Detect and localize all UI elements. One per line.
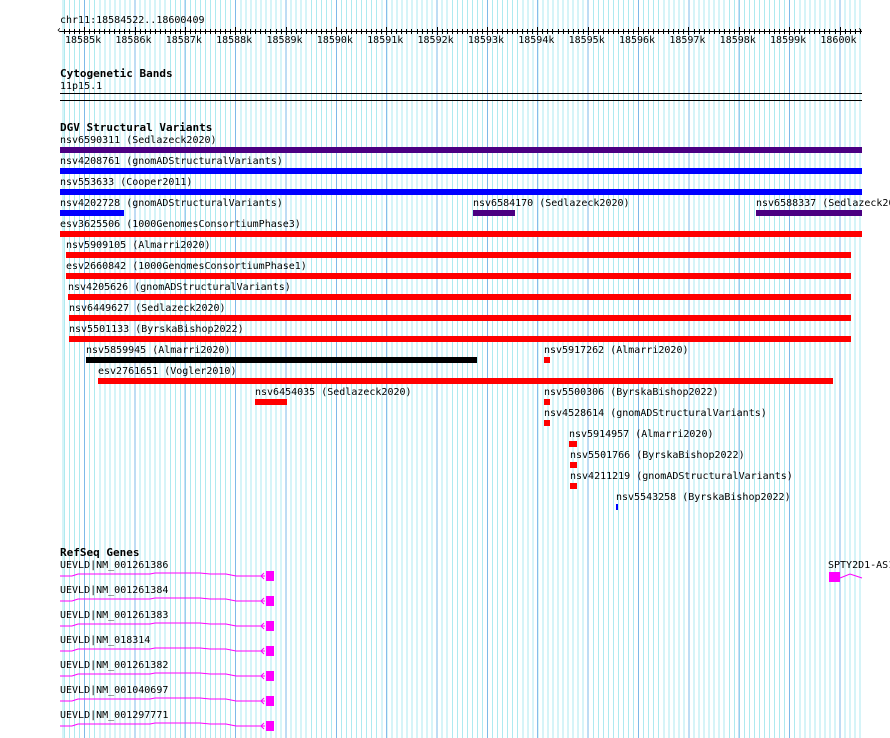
gene-intron-line[interactable] [60, 697, 265, 702]
gene-intron-line[interactable] [60, 572, 265, 577]
gene-intron-line[interactable] [60, 597, 265, 602]
gene-structures [60, 572, 863, 730]
gene-intron-line[interactable] [60, 722, 265, 727]
gene-intron-line[interactable] [60, 622, 265, 627]
gene-intron-line[interactable] [60, 672, 265, 677]
gene-intron-line[interactable] [60, 647, 265, 652]
gene-intron-line[interactable] [839, 573, 863, 579]
